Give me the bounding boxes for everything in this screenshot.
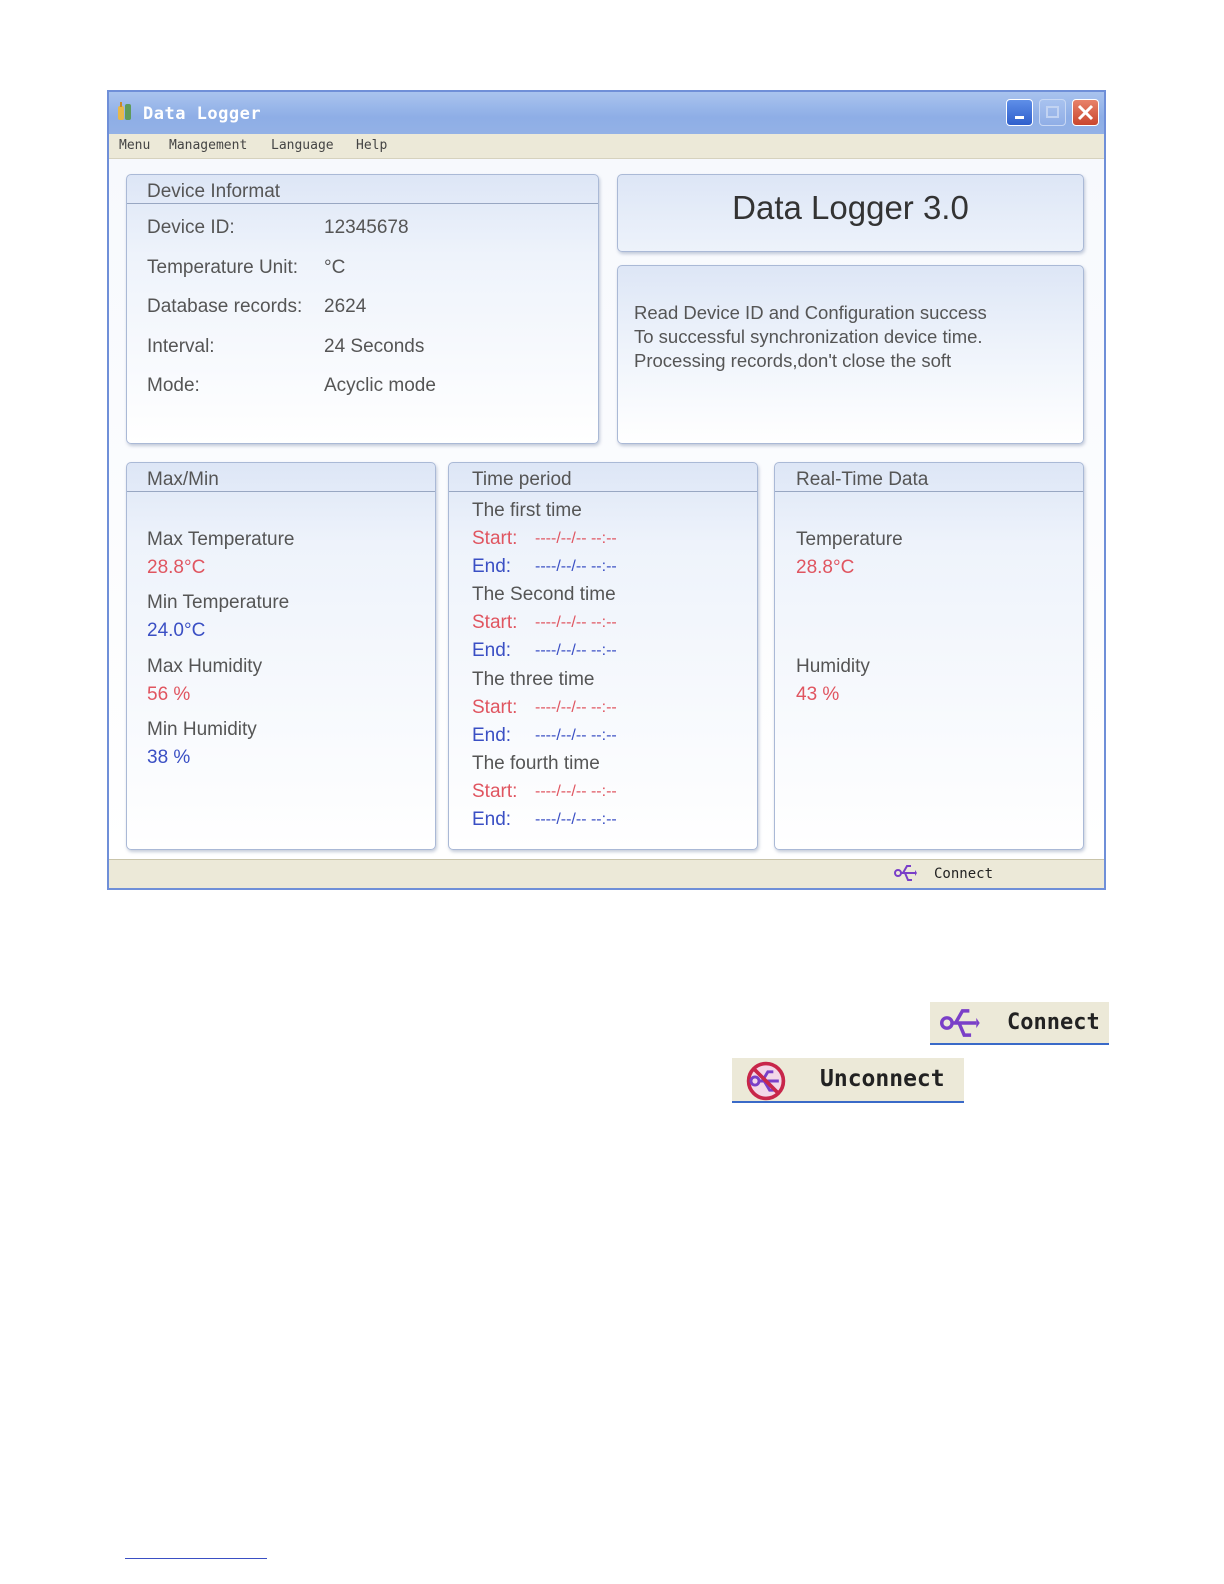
app-title-panel: Data Logger 3.0 <box>617 174 1084 252</box>
panel-header: Real-Time Data <box>775 463 1083 492</box>
connect-label: Connect <box>1007 1010 1100 1035</box>
message-line: Processing records,don't close the soft <box>634 350 952 371</box>
maximize-button[interactable] <box>1039 99 1066 126</box>
window-title: Data Logger <box>143 104 262 124</box>
time-period-title: Time period <box>472 469 572 490</box>
max-temperature-value: 28.8°C <box>147 557 206 578</box>
temperature-label: Temperature <box>796 529 903 550</box>
min-temperature-value: 24.0°C <box>147 620 206 641</box>
message-panel: Read Device ID and Configuration success… <box>617 265 1084 444</box>
start-value: ----/--/-- --:-- <box>535 614 617 631</box>
start-label: Start: <box>472 697 518 718</box>
message-line: Read Device ID and Configuration success <box>634 302 987 323</box>
menu-item-management[interactable]: Management <box>169 138 247 153</box>
device-info-title: Device Informat <box>147 181 281 202</box>
time-period-panel: Time period The first time Start: ----/-… <box>448 462 758 850</box>
menu-item-menu[interactable]: Menu <box>119 138 150 153</box>
end-value: ----/--/-- --:-- <box>535 558 617 575</box>
temperature-value: 28.8°C <box>796 557 855 578</box>
connection-status: Connect <box>934 866 994 882</box>
end-label: End: <box>472 556 512 577</box>
usb-icon[interactable] <box>893 862 917 884</box>
panel-header: Max/Min <box>127 463 435 492</box>
menu-item-language[interactable]: Language <box>271 138 334 153</box>
mode-label: Mode: <box>147 375 200 396</box>
end-label: End: <box>472 640 512 661</box>
minimize-icon <box>1015 116 1024 119</box>
panel-header: Device Informat <box>127 175 598 204</box>
device-info-panel: Device Informat Device ID: 12345678 Temp… <box>126 174 599 444</box>
end-value: ----/--/-- --:-- <box>535 811 617 828</box>
device-id-value: 12345678 <box>324 217 409 238</box>
start-value: ----/--/-- --:-- <box>535 699 617 716</box>
min-humidity-label: Min Humidity <box>147 719 257 740</box>
maxmin-panel: Max/Min Max Temperature 28.8°C Min Tempe… <box>126 462 436 850</box>
usb-icon <box>940 1009 980 1037</box>
temperature-unit-value: °C <box>324 257 346 278</box>
app-icon <box>118 102 131 120</box>
minimize-button[interactable] <box>1006 99 1033 126</box>
period-name: The Second time <box>472 584 616 605</box>
status-bar: Connect <box>109 859 1104 888</box>
temperature-unit-label: Temperature Unit: <box>147 257 299 278</box>
mode-value: Acyclic mode <box>324 375 436 396</box>
interval-value: 24 Seconds <box>324 336 425 357</box>
panel-header: Time period <box>449 463 757 492</box>
max-humidity-label: Max Humidity <box>147 656 263 677</box>
max-temperature-label: Max Temperature <box>147 529 295 550</box>
title-bar[interactable]: Data Logger <box>109 92 1104 134</box>
maximize-icon <box>1046 106 1059 118</box>
end-value: ----/--/-- --:-- <box>535 727 617 744</box>
message-line: To successful synchronization device tim… <box>634 326 983 347</box>
period-name: The fourth time <box>472 753 600 774</box>
start-label: Start: <box>472 612 518 633</box>
database-records-value: 2624 <box>324 296 367 317</box>
realtime-title: Real-Time Data <box>796 469 929 490</box>
unconnect-legend: Unconnect <box>732 1058 964 1103</box>
humidity-label: Humidity <box>796 656 870 677</box>
end-value: ----/--/-- --:-- <box>535 642 617 659</box>
start-value: ----/--/-- --:-- <box>535 530 617 547</box>
data-logger-window: Data Logger Menu Management Language Hel… <box>107 90 1106 890</box>
main-content: Device Informat Device ID: 12345678 Temp… <box>109 159 1104 860</box>
close-button[interactable] <box>1072 99 1099 126</box>
min-temperature-label: Min Temperature <box>147 592 290 613</box>
app-title: Data Logger 3.0 <box>732 189 969 226</box>
humidity-value: 43 % <box>796 684 840 705</box>
interval-label: Interval: <box>147 336 215 357</box>
menu-bar: Menu Management Language Help <box>109 134 1104 159</box>
end-label: End: <box>472 725 512 746</box>
menu-item-help[interactable]: Help <box>356 138 387 153</box>
unconnect-label: Unconnect <box>820 1066 945 1092</box>
close-icon <box>1077 104 1094 121</box>
period-name: The first time <box>472 500 582 521</box>
start-label: Start: <box>472 528 518 549</box>
maxmin-title: Max/Min <box>147 469 219 490</box>
start-value: ----/--/-- --:-- <box>535 783 617 800</box>
realtime-panel: Real-Time Data Temperature 28.8°C Humidi… <box>774 462 1084 850</box>
database-records-label: Database records: <box>147 296 303 317</box>
start-label: Start: <box>472 781 518 802</box>
period-name: The three time <box>472 669 595 690</box>
usb-disconnected-icon <box>746 1061 786 1101</box>
footnote-divider <box>125 1558 267 1559</box>
min-humidity-value: 38 % <box>147 747 191 768</box>
device-id-label: Device ID: <box>147 217 235 238</box>
end-label: End: <box>472 809 512 830</box>
connect-legend: Connect <box>930 1002 1109 1045</box>
max-humidity-value: 56 % <box>147 684 191 705</box>
